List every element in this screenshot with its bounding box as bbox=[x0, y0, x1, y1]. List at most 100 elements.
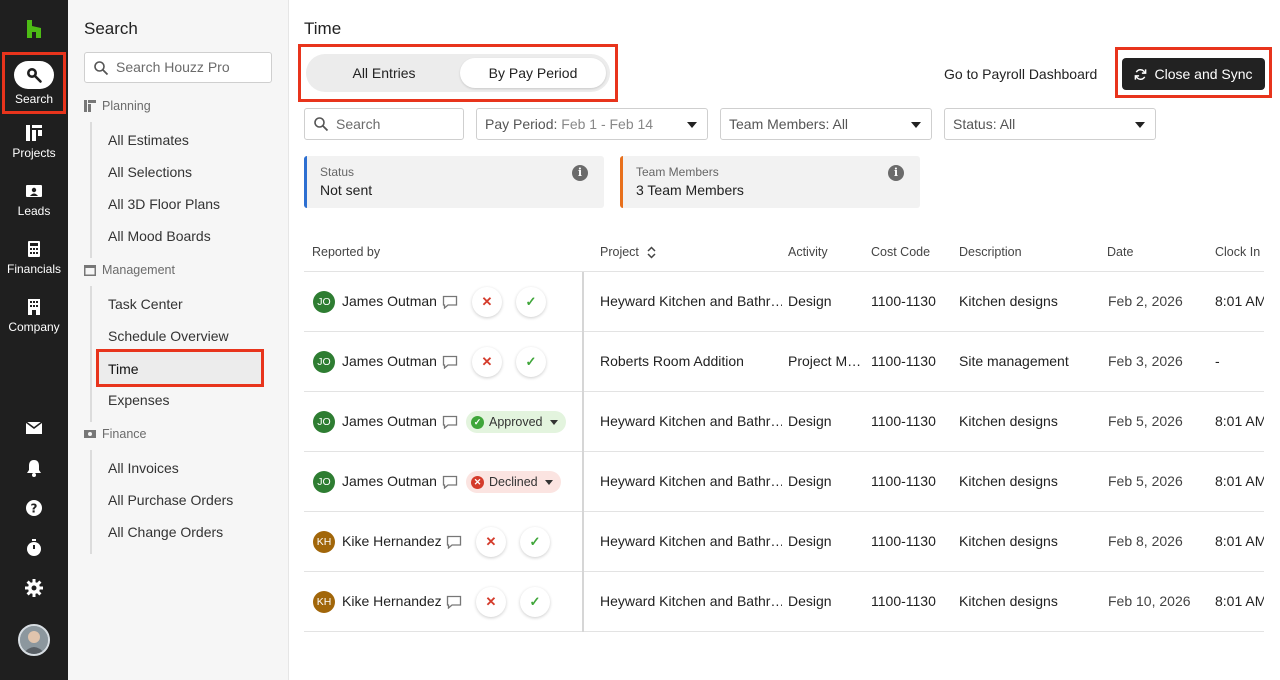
decline-button[interactable]: ✕ bbox=[472, 287, 502, 317]
description-cell: Kitchen designs bbox=[959, 533, 1058, 549]
frozen-column-divider bbox=[582, 272, 584, 632]
user-avatar[interactable] bbox=[18, 624, 50, 656]
comment-icon[interactable] bbox=[446, 535, 462, 549]
payroll-dashboard-link[interactable]: Go to Payroll Dashboard bbox=[944, 66, 1097, 82]
help-icon[interactable]: ? bbox=[24, 498, 44, 518]
pay-period-select[interactable]: Pay Period: Feb 1 - Feb 14 bbox=[476, 108, 708, 140]
sidebar-item-all-estimates[interactable]: All Estimates bbox=[108, 132, 189, 148]
reporter-name: James Outman bbox=[342, 353, 437, 369]
sidebar-item-all-mood-boards[interactable]: All Mood Boards bbox=[108, 228, 211, 244]
rail-item-financials[interactable]: Financials bbox=[0, 240, 68, 296]
activity-cell: Design bbox=[788, 473, 832, 489]
sidebar-item-all-invoices[interactable]: All Invoices bbox=[108, 460, 179, 476]
close-and-sync-button[interactable]: Close and Sync bbox=[1122, 58, 1265, 90]
column-header[interactable]: Date bbox=[1107, 245, 1133, 259]
houzz-logo-icon[interactable] bbox=[24, 19, 44, 39]
avatar: JO bbox=[313, 351, 335, 373]
sidebar-item-all-change-orders[interactable]: All Change Orders bbox=[108, 524, 223, 540]
sidebar-item-schedule-overview[interactable]: Schedule Overview bbox=[108, 328, 229, 344]
info-icon[interactable]: i bbox=[888, 165, 904, 181]
sidebar-item-task-center[interactable]: Task Center bbox=[108, 296, 183, 312]
projects-icon bbox=[26, 125, 42, 141]
approved-status-dropdown[interactable]: ✓ Approved bbox=[466, 411, 566, 433]
decline-button[interactable]: ✕ bbox=[476, 587, 506, 617]
table-row[interactable]: KH Kike Hernandez ✕ ✓ Heyward Kitchen and Ba… bbox=[304, 512, 1264, 572]
chevron-down-icon bbox=[1135, 122, 1145, 128]
declined-status-dropdown[interactable]: ✕ Declined bbox=[466, 471, 561, 493]
column-header[interactable]: Clock In - bbox=[1215, 245, 1264, 259]
status-select[interactable]: Status: All bbox=[944, 108, 1156, 140]
sort-icon[interactable] bbox=[647, 246, 656, 259]
section-planning: Planning bbox=[84, 99, 151, 113]
rail-item-company[interactable]: Company bbox=[0, 298, 68, 354]
info-icon[interactable]: i bbox=[572, 165, 588, 181]
team-members-select[interactable]: Team Members: All bbox=[720, 108, 932, 140]
card-key: Status bbox=[320, 165, 355, 179]
company-icon bbox=[28, 299, 40, 315]
bell-icon[interactable] bbox=[24, 458, 44, 478]
sidebar-search-input[interactable] bbox=[116, 59, 266, 75]
gear-icon[interactable] bbox=[24, 578, 44, 598]
approve-button[interactable]: ✓ bbox=[520, 527, 550, 557]
group-line bbox=[90, 450, 92, 554]
decline-button[interactable]: ✕ bbox=[476, 527, 506, 557]
toggle-by-pay-period[interactable]: By Pay Period bbox=[460, 58, 606, 88]
description-cell: Kitchen designs bbox=[959, 293, 1058, 309]
inbox-icon[interactable] bbox=[24, 418, 44, 438]
date-cell: Feb 10, 2026 bbox=[1108, 593, 1191, 609]
table-row[interactable]: JO James Outman ✕ Declined Heyward Kitchen a… bbox=[304, 452, 1264, 512]
svg-text:?: ? bbox=[31, 502, 38, 516]
section-finance: Finance bbox=[84, 427, 146, 441]
rail-item-search[interactable]: Search bbox=[2, 52, 66, 114]
sidebar-item-time[interactable]: Time bbox=[96, 349, 264, 387]
sidebar-item-label: Time bbox=[108, 361, 139, 377]
section-label: Finance bbox=[102, 427, 147, 441]
table-row[interactable]: JO James Outman ✓ Approved Heyward Kitchen a… bbox=[304, 392, 1264, 452]
column-header[interactable]: Activity bbox=[788, 245, 828, 259]
timer-icon[interactable] bbox=[24, 538, 44, 558]
comment-icon[interactable] bbox=[442, 475, 458, 489]
calendar-icon bbox=[84, 265, 96, 276]
approve-button[interactable]: ✓ bbox=[516, 287, 546, 317]
date-cell: Feb 5, 2026 bbox=[1108, 473, 1183, 489]
approve-button[interactable]: ✓ bbox=[516, 347, 546, 377]
rail-item-leads[interactable]: Leads bbox=[0, 182, 68, 238]
activity-cell: Design bbox=[788, 533, 832, 549]
rail-item-label: Financials bbox=[6, 262, 62, 276]
date-cell: Feb 5, 2026 bbox=[1108, 413, 1183, 429]
finance-icon bbox=[84, 430, 96, 438]
column-header[interactable]: Reported by bbox=[312, 245, 380, 259]
sidebar-search[interactable] bbox=[84, 52, 272, 83]
project-cell: Roberts Room Addition bbox=[600, 353, 744, 369]
table-row[interactable]: JO James Outman ✕ ✓ Heyward Kitchen and Bath… bbox=[304, 272, 1264, 332]
sidebar-item-all-purchase-orders[interactable]: All Purchase Orders bbox=[108, 492, 233, 508]
table-row[interactable]: JO James Outman ✕ ✓ Roberts Room Addition Pro… bbox=[304, 332, 1264, 392]
description-cell: Kitchen designs bbox=[959, 413, 1058, 429]
comment-icon[interactable] bbox=[442, 295, 458, 309]
rail-item-projects[interactable]: Projects bbox=[0, 124, 68, 180]
status-card-accent bbox=[304, 156, 307, 208]
page-title: Time bbox=[304, 19, 342, 38]
column-header[interactable]: Description bbox=[959, 245, 1022, 259]
decline-button[interactable]: ✕ bbox=[472, 347, 502, 377]
comment-icon[interactable] bbox=[446, 595, 462, 609]
chevron-down-icon bbox=[549, 419, 558, 425]
sidebar-item-all-selections[interactable]: All Selections bbox=[108, 164, 192, 180]
column-header-project[interactable]: Project bbox=[600, 245, 656, 259]
toggle-all-entries[interactable]: All Entries bbox=[312, 58, 456, 88]
sidebar-item-all-3d-floor-plans[interactable]: All 3D Floor Plans bbox=[108, 196, 220, 212]
comment-icon[interactable] bbox=[442, 355, 458, 369]
project-cell: Heyward Kitchen and Bathr… bbox=[600, 533, 782, 549]
cost-code-cell: 1100-1130 bbox=[871, 353, 936, 369]
comment-icon[interactable] bbox=[442, 415, 458, 429]
check-icon: ✓ bbox=[471, 415, 484, 429]
avatar: KH bbox=[313, 531, 335, 553]
column-header[interactable]: Cost Code bbox=[871, 245, 930, 259]
approve-button[interactable]: ✓ bbox=[520, 587, 550, 617]
entries-search[interactable] bbox=[304, 108, 464, 140]
entries-search-input[interactable] bbox=[336, 116, 456, 132]
chevron-down-icon bbox=[687, 122, 697, 128]
table-row[interactable]: KH Kike Hernandez ✕ ✓ Heyward Kitchen and Ba… bbox=[304, 572, 1264, 632]
sidebar-item-expenses[interactable]: Expenses bbox=[108, 392, 169, 408]
clock-in-cell: 8:01 AM bbox=[1215, 293, 1264, 309]
